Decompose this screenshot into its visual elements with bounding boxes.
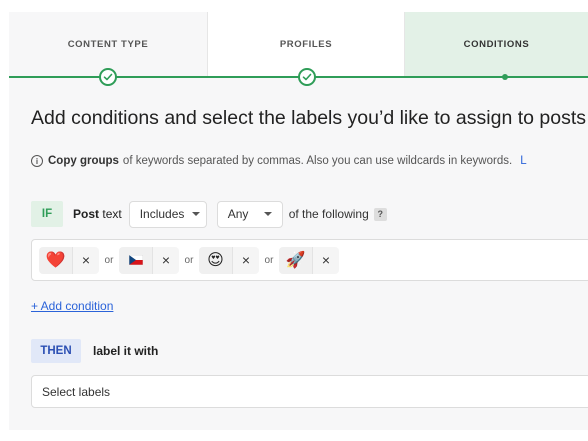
quantifier-select[interactable]: Any <box>216 200 283 228</box>
quantifier-value: Any <box>227 207 249 221</box>
help-icon[interactable]: ? <box>373 207 387 221</box>
condition-row: IF Post text Includes Any of the followi… <box>31 200 387 228</box>
remove-tag-button[interactable]: × <box>152 246 179 274</box>
field-label: Post text <box>73 207 122 221</box>
action-label: label it with <box>93 344 159 358</box>
keyword-tag: × <box>119 246 179 274</box>
following-label: of the following ? <box>289 207 387 221</box>
or-label: or <box>104 254 114 266</box>
page-title: Add conditions and select the labels you… <box>31 107 587 129</box>
action-row: THEN label it with <box>31 339 158 363</box>
tab-label: CONTENT TYPE <box>67 39 149 50</box>
operator-select[interactable]: Includes <box>128 200 207 228</box>
operator-value: Includes <box>139 207 185 221</box>
tab-conditions[interactable]: CONDITIONS <box>405 12 588 77</box>
heart-eyes-icon: 😍 <box>199 246 232 274</box>
tab-label: CONDITIONS <box>463 39 530 50</box>
check-icon <box>99 68 117 86</box>
hint-bold: Copy groups <box>48 155 119 167</box>
remove-tag-button[interactable]: × <box>232 246 259 274</box>
stepper: CONTENT TYPE PROFILES CONDITIONS <box>9 12 588 77</box>
remove-tag-button[interactable]: × <box>72 246 99 274</box>
keyword-tag: ❤️ × <box>39 246 99 274</box>
tab-label: PROFILES <box>279 39 333 50</box>
info-icon: i <box>31 155 43 167</box>
or-label: or <box>184 254 194 266</box>
or-label: or <box>264 254 274 266</box>
czech-flag-icon <box>128 255 143 265</box>
add-condition-link[interactable]: + Add condition <box>31 299 113 313</box>
remove-tag-button[interactable]: × <box>312 246 339 274</box>
hint-link[interactable]: L <box>520 155 526 167</box>
hint-body: of keywords separated by commas. Also yo… <box>122 155 513 167</box>
red-heart-icon: ❤️ <box>39 246 72 274</box>
select-labels-input[interactable]: Select labels <box>31 375 588 408</box>
hint-text: i Copy groups of keywords separated by c… <box>31 155 527 167</box>
check-icon <box>298 68 316 86</box>
keyword-tags-input[interactable]: ❤️ × or × or 😍 × or 🚀 × <box>31 239 588 281</box>
keyword-tag: 😍 × <box>199 246 259 274</box>
then-badge: THEN <box>31 339 81 363</box>
select-labels-placeholder: Select labels <box>42 384 111 399</box>
if-badge: IF <box>31 201 63 227</box>
czech-flag-icon <box>119 246 152 274</box>
current-step-dot-icon <box>502 74 508 80</box>
chevron-down-icon <box>192 212 201 216</box>
chevron-down-icon <box>263 212 272 216</box>
field-bold: Post <box>73 207 100 221</box>
rocket-icon: 🚀 <box>279 246 312 274</box>
following-text: of the following <box>288 207 369 221</box>
keyword-tag: 🚀 × <box>279 246 339 274</box>
field-rest: text <box>102 207 122 221</box>
conditions-panel: CONTENT TYPE PROFILES CONDITIONS Add con… <box>9 12 588 430</box>
